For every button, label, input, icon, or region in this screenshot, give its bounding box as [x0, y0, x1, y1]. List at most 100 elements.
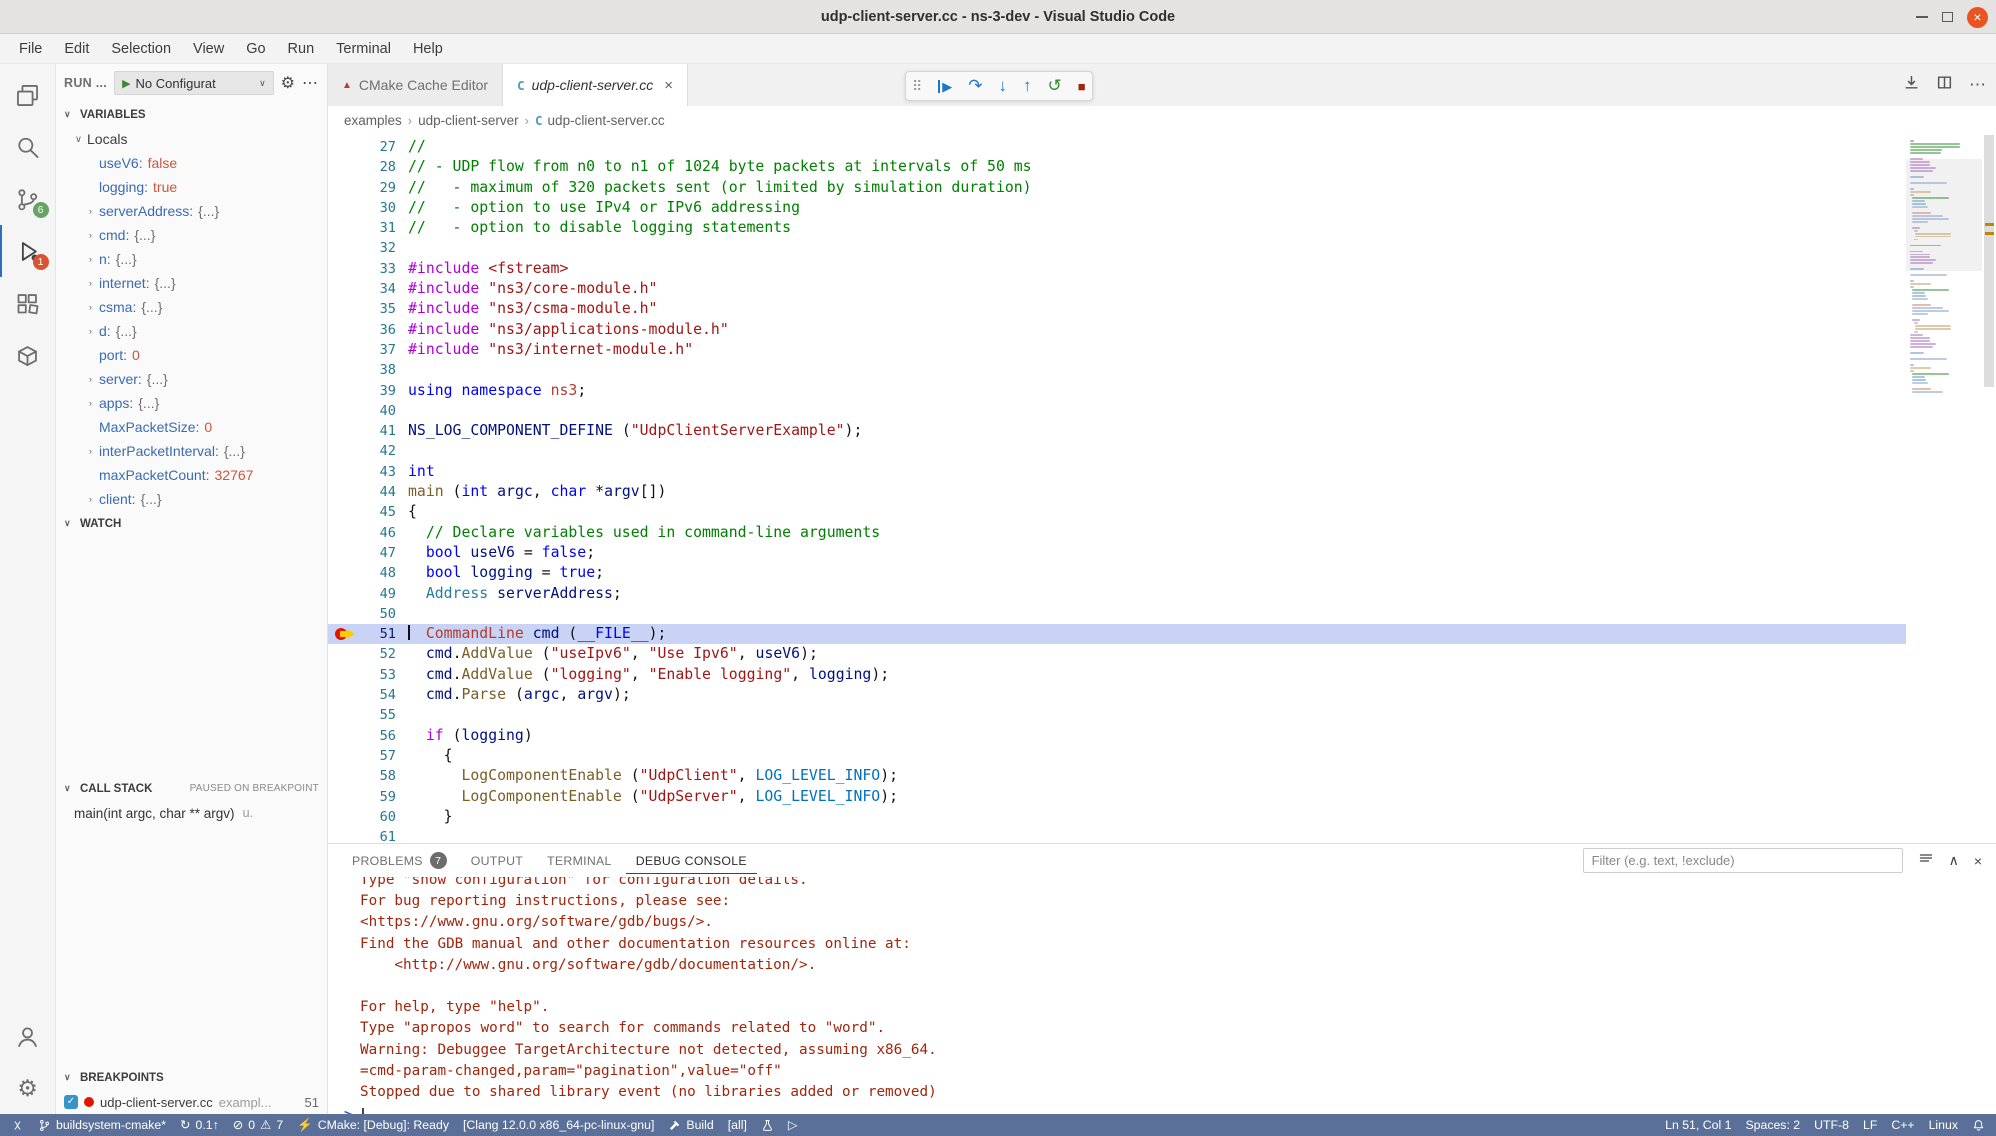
line-number[interactable]: 28	[362, 157, 396, 177]
breadcrumb-item[interactable]: Cudp-client-server.cc	[535, 113, 665, 128]
code-line-30[interactable]: 30// - option to use IPv4 or IPv6 addres…	[328, 198, 1906, 218]
variable-row-port[interactable]: port:0	[56, 343, 327, 367]
variable-row-apps[interactable]: ›apps:{...}	[56, 391, 327, 415]
breakpoint-gutter[interactable]	[328, 340, 362, 360]
line-number[interactable]: 52	[362, 644, 396, 664]
activity-source-control-icon[interactable]: 6	[0, 173, 56, 225]
line-number[interactable]: 37	[362, 340, 396, 360]
breakpoint-gutter[interactable]	[328, 543, 362, 563]
line-number[interactable]: 38	[362, 360, 396, 380]
line-number[interactable]: 36	[362, 320, 396, 340]
breakpoint-gutter[interactable]	[328, 624, 362, 644]
tab-cmake-cache-editor[interactable]: ▲CMake Cache Editor	[328, 64, 503, 106]
breakpoint-gutter[interactable]	[328, 523, 362, 543]
status-cmake-status[interactable]: ⚡CMake: [Debug]: Ready	[290, 1114, 456, 1136]
status-cmake-launch[interactable]: ▷	[781, 1114, 805, 1136]
variable-row-interPacketInterval[interactable]: ›interPacketInterval:{...}	[56, 439, 327, 463]
editor-scrollbar[interactable]	[1982, 135, 1996, 843]
code-line-58[interactable]: 58 LogComponentEnable ("UdpClient", LOG_…	[328, 766, 1906, 786]
code-line-57[interactable]: 57 {	[328, 746, 1906, 766]
variable-row-cmd[interactable]: ›cmd:{...}	[56, 223, 327, 247]
chevron-right-icon[interactable]: ›	[82, 278, 99, 289]
line-number[interactable]: 33	[362, 259, 396, 279]
debug-console[interactable]: Type "show configuration" for configurat…	[328, 877, 1996, 1114]
variable-row-server[interactable]: ›server:{...}	[56, 367, 327, 391]
activity-explorer-icon[interactable]	[0, 69, 56, 121]
code-line-48[interactable]: 48 bool logging = true;	[328, 563, 1906, 583]
status-sync-status[interactable]: ↻0.1↑	[173, 1114, 226, 1136]
stack-frame[interactable]: main(int argc, char ** argv) u.	[56, 801, 327, 825]
chevron-right-icon[interactable]: ›	[82, 446, 99, 457]
breakpoint-gutter[interactable]	[328, 726, 362, 746]
code-line-29[interactable]: 29// - maximum of 320 packets sent (or l…	[328, 178, 1906, 198]
breakpoints-section-header[interactable]: ∨ BREAKPOINTS	[56, 1065, 327, 1090]
line-number[interactable]: 31	[362, 218, 396, 238]
code-line-53[interactable]: 53 cmd.AddValue ("logging", "Enable logg…	[328, 665, 1906, 685]
line-number[interactable]: 29	[362, 178, 396, 198]
line-number[interactable]: 57	[362, 746, 396, 766]
code-line-37[interactable]: 37#include "ns3/internet-module.h"	[328, 340, 1906, 360]
breakpoint-gutter[interactable]	[328, 584, 362, 604]
split-editor-icon[interactable]	[1936, 74, 1953, 96]
code-line-41[interactable]: 41NS_LOG_COMPONENT_DEFINE ("UdpClientSer…	[328, 421, 1906, 441]
line-number[interactable]: 34	[362, 279, 396, 299]
step-into-icon[interactable]: ↓	[999, 76, 1008, 96]
close-button[interactable]: ×	[1967, 7, 1988, 28]
code-line-60[interactable]: 60 }	[328, 807, 1906, 827]
panel-tab-output[interactable]: OUTPUT	[461, 848, 533, 874]
code-line-34[interactable]: 34#include "ns3/core-module.h"	[328, 279, 1906, 299]
breakpoint-checkbox[interactable]: ✓	[64, 1095, 78, 1109]
status-indentation[interactable]: Spaces: 2	[1738, 1114, 1807, 1136]
code-line-59[interactable]: 59 LogComponentEnable ("UdpServer", LOG_…	[328, 787, 1906, 807]
more-actions-icon[interactable]: ⋯	[302, 73, 319, 93]
breakpoint-gutter[interactable]	[328, 218, 362, 238]
breadcrumb-item[interactable]: udp-client-server	[418, 113, 519, 128]
chevron-right-icon[interactable]: ›	[82, 206, 99, 217]
variable-row-d[interactable]: ›d:{...}	[56, 319, 327, 343]
line-number[interactable]: 43	[362, 462, 396, 482]
line-number[interactable]: 45	[362, 502, 396, 522]
line-number[interactable]: 58	[362, 766, 396, 786]
line-number[interactable]: 56	[362, 726, 396, 746]
chevron-right-icon[interactable]: ›	[82, 230, 99, 241]
step-over-icon[interactable]: ↷	[968, 76, 982, 96]
chevron-right-icon[interactable]: ›	[82, 302, 99, 313]
breakpoint-gutter[interactable]	[328, 238, 362, 258]
code-line-46[interactable]: 46 // Declare variables used in command-…	[328, 523, 1906, 543]
breakpoint-gutter[interactable]	[328, 421, 362, 441]
line-number[interactable]: 59	[362, 787, 396, 807]
panel-tab-debug-console[interactable]: DEBUG CONSOLE	[626, 848, 757, 874]
line-number[interactable]: 35	[362, 299, 396, 319]
restart-icon[interactable]: ↺	[1048, 76, 1062, 96]
chevron-right-icon[interactable]: ›	[82, 398, 99, 409]
code-line-47[interactable]: 47 bool useV6 = false;	[328, 543, 1906, 563]
scrollbar-thumb[interactable]	[1984, 135, 1994, 387]
chevron-right-icon[interactable]: ›	[82, 374, 99, 385]
line-number[interactable]: 55	[362, 705, 396, 725]
breakpoint-gutter[interactable]	[328, 502, 362, 522]
console-input[interactable]: >	[344, 1105, 1996, 1114]
line-number[interactable]: 54	[362, 685, 396, 705]
activity-settings-icon[interactable]: ⚙	[0, 1062, 56, 1114]
breakpoint-gutter[interactable]	[328, 766, 362, 786]
menu-view[interactable]: View	[182, 34, 235, 63]
line-number[interactable]: 50	[362, 604, 396, 624]
code-line-28[interactable]: 28// - UDP flow from n0 to n1 of 1024 by…	[328, 157, 1906, 177]
chevron-right-icon[interactable]: ›	[82, 326, 99, 337]
breakpoint-gutter[interactable]	[328, 807, 362, 827]
line-number[interactable]: 51	[362, 624, 396, 644]
code-line-51[interactable]: 51 CommandLine cmd (__FILE__);	[328, 624, 1906, 644]
console-filter-input[interactable]	[1583, 848, 1903, 873]
line-number[interactable]: 46	[362, 523, 396, 543]
line-number[interactable]: 41	[362, 421, 396, 441]
line-number[interactable]: 27	[362, 137, 396, 157]
line-number[interactable]: 30	[362, 198, 396, 218]
code-line-42[interactable]: 42	[328, 441, 1906, 461]
breakpoint-gutter[interactable]	[328, 157, 362, 177]
more-actions-icon[interactable]: ⋯	[1969, 75, 1986, 95]
breakpoint-gutter[interactable]	[328, 198, 362, 218]
activity-run-and-debug-icon[interactable]: 1	[0, 225, 56, 277]
code-line-55[interactable]: 55	[328, 705, 1906, 725]
variable-row-MaxPacketSize[interactable]: MaxPacketSize:0	[56, 415, 327, 439]
variables-scope-locals[interactable]: ∨Locals	[56, 127, 327, 151]
